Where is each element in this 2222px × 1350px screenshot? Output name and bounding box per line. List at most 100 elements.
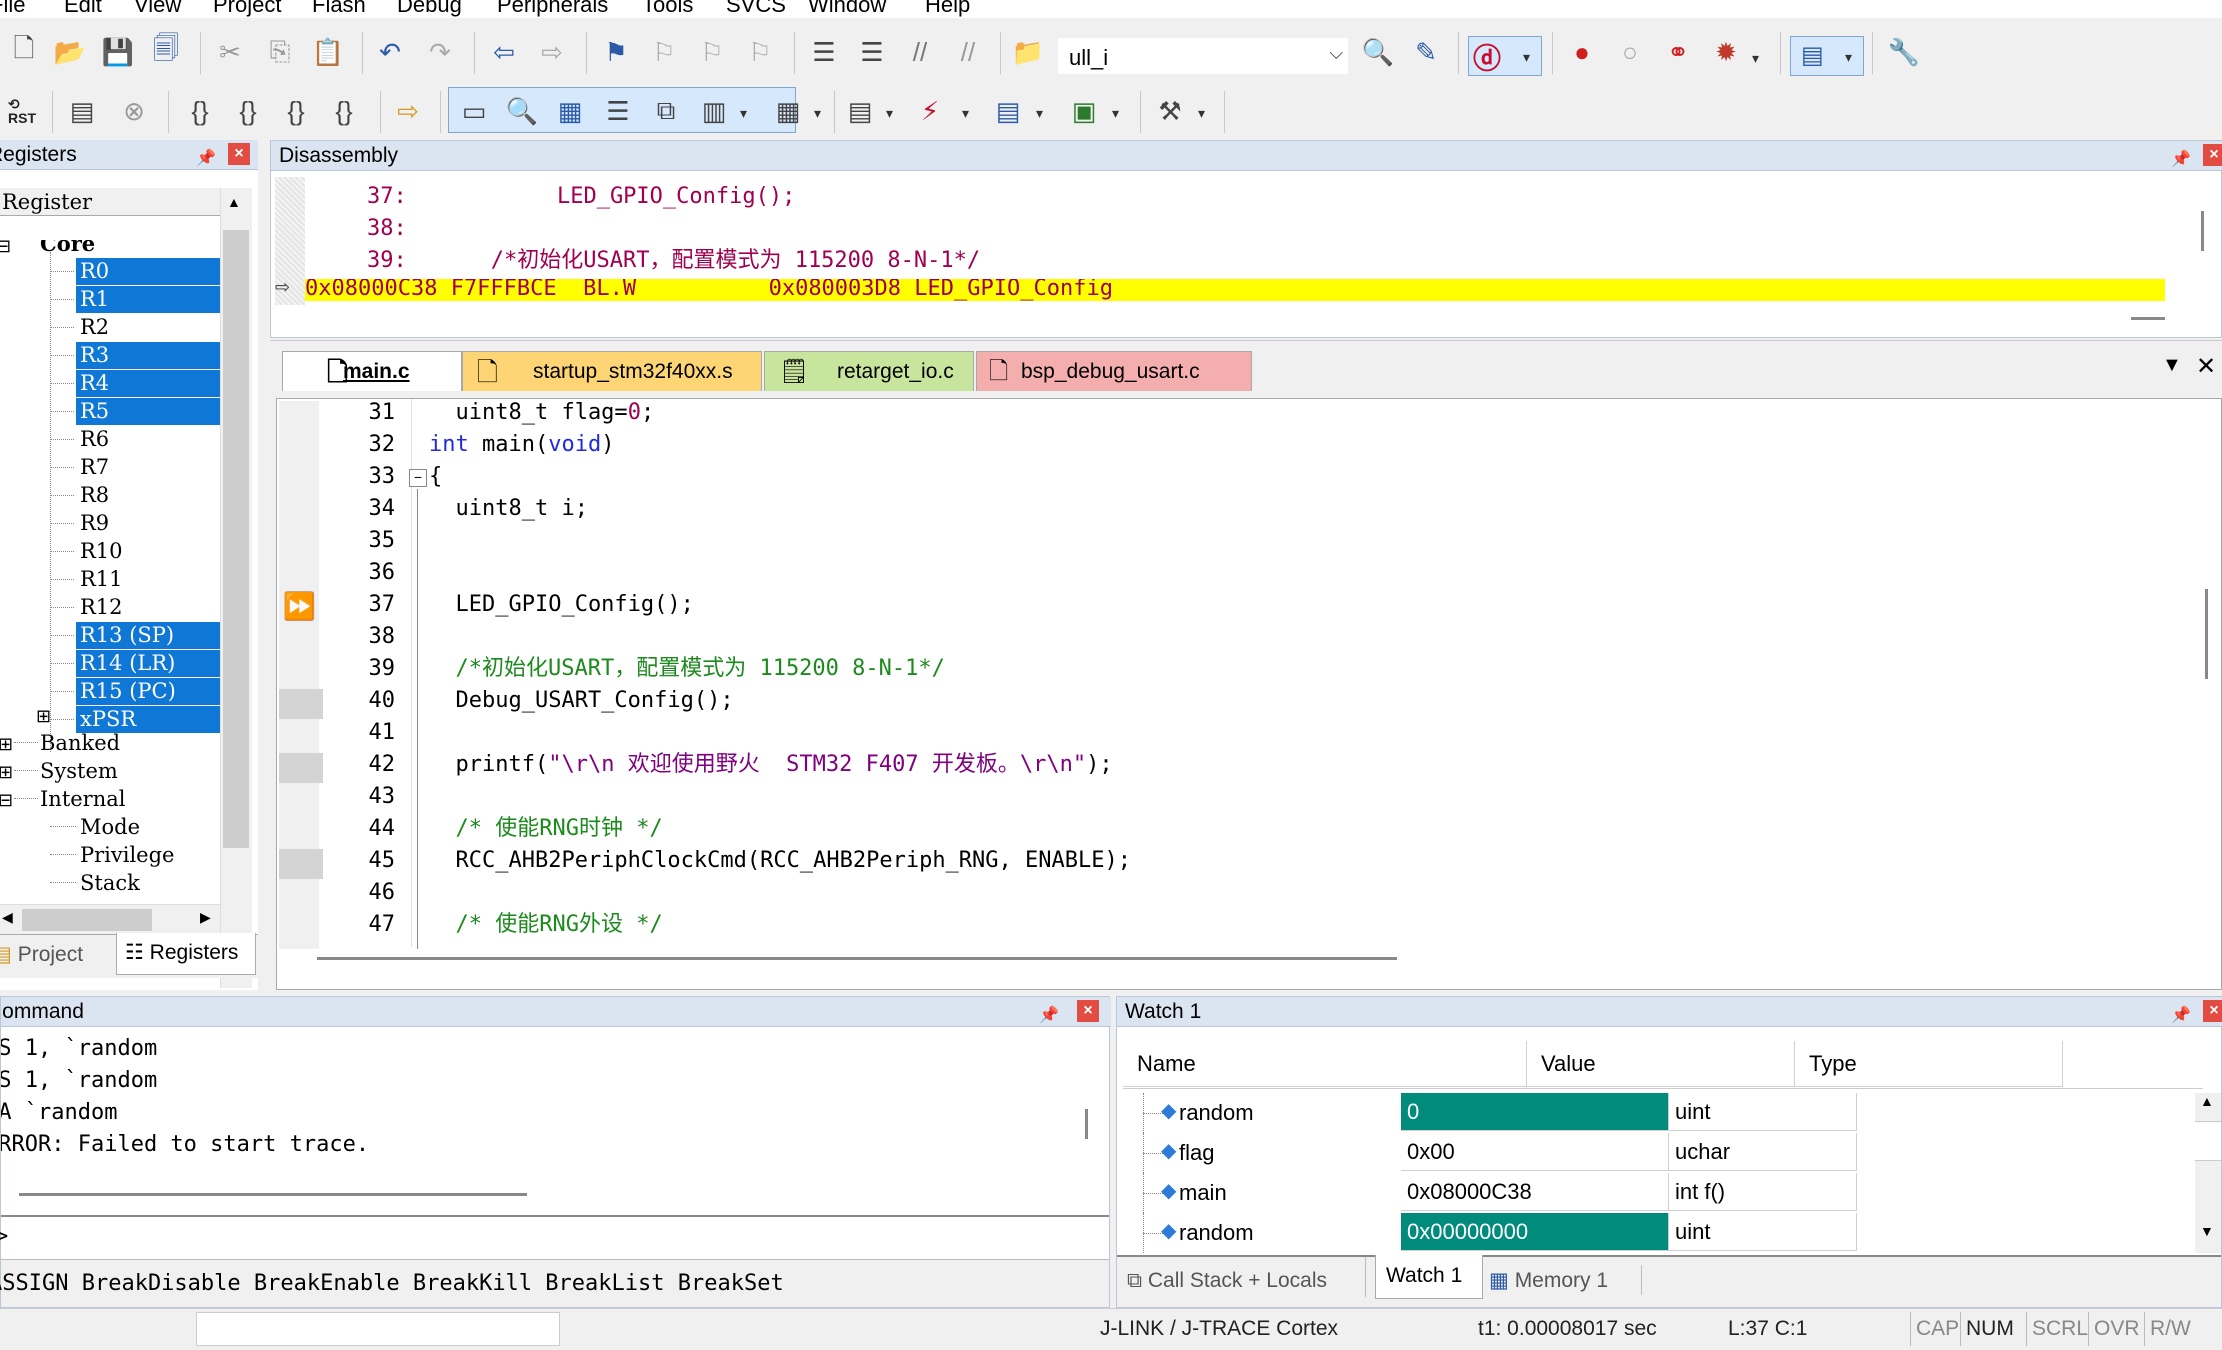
menu-svcs[interactable]: SVCS — [726, 0, 786, 18]
menu-help[interactable]: Help — [925, 0, 970, 18]
column-name[interactable]: Name — [1123, 1041, 1527, 1087]
hscroll-thumb[interactable] — [22, 909, 152, 931]
watch-row[interactable]: ◆ random 0x00000000 uint — [1123, 1213, 2195, 1253]
register-item[interactable]: R6 — [76, 426, 220, 453]
splitter[interactable] — [258, 140, 270, 990]
new-file-icon[interactable]: 🗋 — [6, 33, 42, 70]
open-file-icon[interactable]: 📂 — [52, 34, 88, 70]
menu-view[interactable]: View — [134, 0, 181, 18]
menu-project[interactable]: Project — [213, 0, 281, 18]
editor-hscroll[interactable] — [317, 957, 1397, 960]
command-window-icon[interactable]: ▭ — [456, 93, 492, 129]
serial-window-icon[interactable]: ▤ — [842, 93, 878, 129]
registers-hscrollbar[interactable]: ◀ ▶ — [0, 904, 220, 934]
breakpoint-insert-icon[interactable]: ● — [1564, 34, 1600, 70]
register-item[interactable]: R7 — [76, 454, 220, 481]
code-line[interactable]: Debug_USART_Config(); — [429, 685, 733, 717]
code-line[interactable]: LED_GPIO_Config(); — [429, 589, 693, 621]
scroll-up-icon[interactable]: ▲ — [2200, 1093, 2214, 1109]
watch-row[interactable]: ◆ main 0x08000C38 int f() — [1123, 1173, 2195, 1213]
register-item[interactable]: xPSR — [76, 706, 220, 733]
paste-icon[interactable]: 📋 — [310, 34, 346, 70]
scroll-right-icon[interactable]: ▶ — [200, 909, 211, 926]
code-line[interactable]: int main(void) — [429, 429, 614, 461]
code-line[interactable]: uint8_t flag=0; — [429, 397, 654, 429]
logic-analyzer-icon[interactable]: ⚡ — [912, 93, 948, 129]
indent-icon[interactable]: ☰ — [806, 34, 842, 70]
register-item[interactable]: R11 — [76, 566, 220, 593]
code-line[interactable]: RCC_AHB2PeriphClockCmd(RCC_AHB2Periph_RN… — [429, 845, 1131, 877]
watch-value[interactable]: 0x00 — [1401, 1133, 1669, 1171]
run-icon[interactable]: ▤ — [64, 93, 100, 129]
find-icon[interactable]: 🔍 — [1360, 34, 1396, 70]
breakpoint-enable-icon[interactable]: ○ — [1612, 34, 1648, 70]
register-item[interactable]: R2 — [76, 314, 220, 341]
disasm-hscroll[interactable] — [2131, 317, 2165, 320]
chevron-down-icon[interactable]: ▾ — [1112, 105, 1119, 122]
reset-icon[interactable]: ⟲ RST — [4, 93, 40, 129]
step-into-icon[interactable]: {} — [182, 93, 218, 129]
debug-session-button[interactable]: ⓓ ▾ — [1468, 36, 1542, 76]
bookmark-next-icon[interactable]: ⚐ — [694, 34, 730, 70]
disasm-vscroll[interactable] — [2201, 211, 2204, 251]
chevron-down-icon[interactable]: ▾ — [1198, 105, 1205, 122]
watch-value[interactable]: 0 — [1401, 1093, 1669, 1131]
incremental-find-icon[interactable]: ✎ — [1408, 34, 1444, 70]
menu-edit[interactable]: Edit — [64, 0, 102, 18]
menu-peripherals[interactable]: Peripherals — [497, 0, 608, 18]
breakpoint-disable-all-icon[interactable]: ⚭ — [1660, 34, 1696, 70]
command-vscroll[interactable] — [1085, 1109, 1088, 1139]
register-item[interactable]: R15 (PC) — [76, 678, 220, 705]
tab-memory-1[interactable]: ▦ Memory 1 — [1489, 1261, 1608, 1301]
menu-window[interactable]: Window — [808, 0, 886, 18]
stop-icon[interactable]: ⊗ — [116, 93, 152, 129]
bookmark-clear-icon[interactable]: ⚐ — [742, 34, 778, 70]
window-layout-button[interactable]: ▤ ▾ — [1790, 36, 1864, 76]
column-type[interactable]: Type — [1795, 1041, 2063, 1087]
run-to-cursor-icon[interactable]: {} — [326, 93, 362, 129]
nav-back-icon[interactable]: ⇦ — [486, 34, 522, 70]
chevron-down-icon[interactable]: ▾ — [886, 105, 893, 122]
unindent-icon[interactable]: ☰ — [854, 34, 890, 70]
command-hscroll[interactable] — [19, 1193, 527, 1196]
find-in-files-icon[interactable]: 📁 — [1010, 34, 1046, 70]
collapse-internal-icon[interactable]: ⊟ — [0, 790, 13, 811]
collapse-core-icon[interactable]: ⊟ — [0, 240, 11, 257]
close-icon[interactable]: × — [1077, 1000, 1099, 1022]
pin-icon[interactable]: 📌 — [196, 144, 216, 169]
expand-banked-icon[interactable]: ⊞ — [0, 734, 13, 755]
internal-privilege[interactable]: Privilege — [80, 842, 174, 869]
menu-tools[interactable]: Tools — [642, 0, 693, 18]
watch-window-icon[interactable]: ▥ — [696, 93, 732, 129]
tab-call-stack-locals[interactable]: ⧉ Call Stack + Locals — [1127, 1261, 1327, 1301]
close-icon[interactable]: × — [228, 143, 250, 165]
register-item[interactable]: R12 — [76, 594, 220, 621]
scroll-left-icon[interactable]: ◀ — [2, 909, 13, 926]
system-viewer-icon[interactable]: ▣ — [1066, 93, 1102, 129]
watch-row[interactable]: ◆ random 0 uint — [1123, 1093, 2195, 1133]
fold-toggle-icon[interactable]: − — [409, 469, 427, 487]
copy-icon[interactable]: ⎘ — [262, 34, 298, 70]
pin-icon[interactable]: 📌 — [1039, 1001, 1059, 1026]
toolbox-icon[interactable]: ⚒ — [1152, 93, 1188, 129]
system-group[interactable]: System — [40, 758, 118, 785]
uncomment-icon[interactable]: // — [950, 34, 986, 70]
pin-icon[interactable]: 📌 — [2171, 145, 2191, 170]
banked-group[interactable]: Banked — [40, 730, 120, 757]
tab-retarget-io-c[interactable]: 🗒 retarget_io.c — [764, 351, 974, 391]
pin-icon[interactable]: 📌 — [2171, 1001, 2191, 1026]
tab-project[interactable]: ▤ Project — [0, 935, 110, 975]
watch-scrollbar[interactable]: ▲ ▼ — [2195, 1093, 2221, 1253]
close-icon[interactable]: × — [2203, 1000, 2222, 1022]
core-group-label[interactable]: Core — [40, 240, 95, 257]
call-stack-window-icon[interactable]: ⧉ — [648, 93, 684, 129]
register-item[interactable]: R4 — [76, 370, 220, 397]
scrollbar-thumb[interactable] — [223, 230, 249, 848]
undo-icon[interactable]: ↶ — [372, 34, 408, 70]
code-editor[interactable]: ⏩ − 31 uint8_t flag=0; 32 int main(void) 33… — [276, 398, 2222, 990]
memory-window-icon[interactable]: ▦ — [770, 93, 806, 129]
save-icon[interactable]: 💾 — [100, 34, 136, 70]
register-item[interactable]: R1 — [76, 286, 220, 313]
tab-bsp-debug-usart-c[interactable]: 🗋 bsp_debug_usart.c — [976, 351, 1252, 391]
menu-debug[interactable]: Debug — [397, 0, 462, 18]
